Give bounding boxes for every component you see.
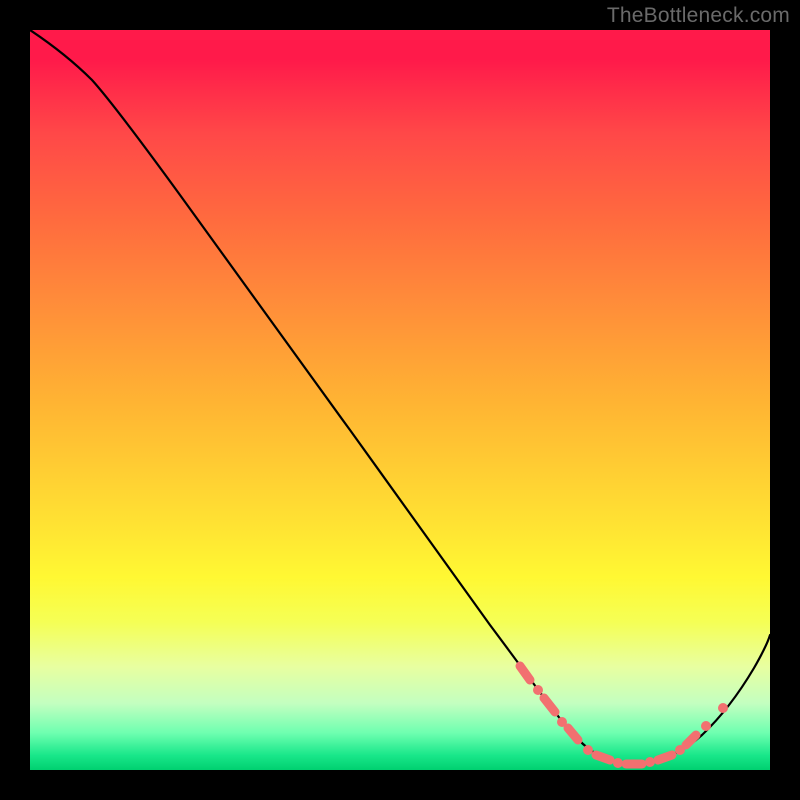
marker-dot (533, 685, 543, 695)
plot-area (30, 30, 770, 770)
marker-dot (718, 703, 728, 713)
marker-dot (613, 758, 623, 768)
marker-dot (645, 757, 655, 767)
marker-dash (568, 728, 578, 740)
marker-dash (686, 735, 696, 745)
outer-frame: TheBottleneck.com (0, 0, 800, 800)
marker-dash (520, 666, 530, 680)
marker-dot (701, 721, 711, 731)
watermark-text: TheBottleneck.com (607, 4, 790, 28)
marker-dash (596, 755, 610, 760)
bottleneck-curve (30, 30, 770, 764)
marker-dot (583, 745, 593, 755)
marker-dash (658, 755, 672, 760)
marker-dash (544, 698, 555, 712)
curve-svg (30, 30, 770, 770)
